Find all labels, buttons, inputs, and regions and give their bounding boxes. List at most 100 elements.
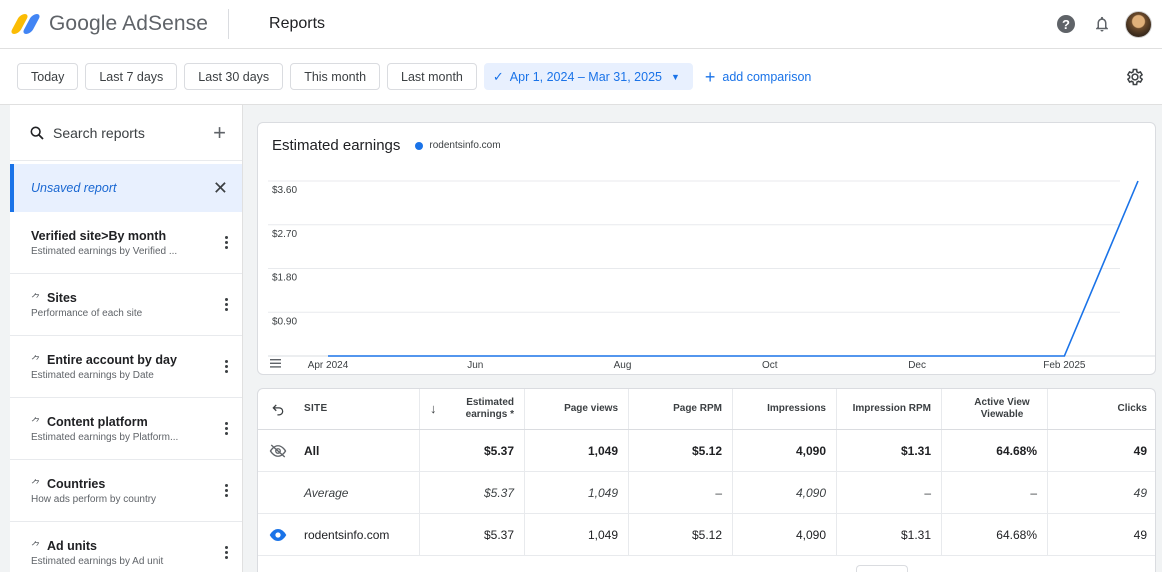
- adsense-logo-icon: [9, 13, 42, 35]
- report-title-text: Content platform: [47, 414, 148, 429]
- divider: [228, 9, 230, 39]
- x-tick-label: Apr 2024: [308, 360, 349, 371]
- table-cell: 49: [1047, 514, 1155, 555]
- auto-report-sparkle-icon: ⺈: [31, 480, 41, 491]
- report-item-text: ⺈ Sites Performance of each site: [31, 290, 214, 320]
- help-icon[interactable]: ?: [1057, 15, 1075, 33]
- report-item-subtitle: Estimated earnings by Ad unit: [31, 556, 164, 567]
- sidebar-report-item[interactable]: ⺈ Sites Performance of each site: [10, 274, 242, 336]
- adsense-logo[interactable]: Google AdSense: [9, 12, 209, 36]
- table-cell: $5.37: [419, 514, 524, 555]
- sidebar-report-item[interactable]: ⺈ Ad units Estimated earnings by Ad unit: [10, 522, 242, 572]
- header-clicks[interactable]: Clicks: [1047, 389, 1155, 429]
- legend-dot: [415, 141, 424, 150]
- header-impressions[interactable]: Impressions: [732, 389, 836, 429]
- table-header: SITE ↓ Estimated earnings * Page views P…: [258, 389, 1155, 430]
- x-tick-label: Feb 2025: [1043, 360, 1086, 371]
- table-cell: 49: [1047, 472, 1155, 513]
- header-active-view-viewable[interactable]: Active View Viewable: [941, 389, 1047, 429]
- pagination-control[interactable]: [856, 565, 908, 572]
- report-item-title: ⺈ Entire account by day: [31, 352, 214, 368]
- search-reports[interactable]: Search reports +: [10, 105, 242, 161]
- x-tick-label: Dec: [908, 360, 926, 371]
- report-item-subtitle: Estimated earnings by Date: [31, 370, 154, 381]
- report-item-text: ⺈ Countries How ads perform by country: [31, 476, 214, 506]
- chip-last-30-days[interactable]: Last 30 days: [184, 63, 284, 90]
- table-cell: $5.37: [419, 472, 524, 513]
- header-impression-rpm[interactable]: Impression RPM: [836, 389, 941, 429]
- table-cell: $5.12: [628, 430, 732, 471]
- sidebar-report-item[interactable]: ⺈ Entire account by day Estimated earnings…: [10, 336, 242, 398]
- report-title-text: Countries: [47, 476, 106, 491]
- more-options-icon[interactable]: [224, 360, 228, 373]
- more-options-icon[interactable]: [224, 484, 228, 497]
- row-site-name: Average: [304, 485, 349, 500]
- notifications-bell-icon[interactable]: [1093, 15, 1111, 33]
- report-table: SITE ↓ Estimated earnings * Page views P…: [257, 388, 1156, 572]
- header-page-views[interactable]: Page views: [524, 389, 628, 429]
- auto-report-sparkle-icon: ⺈: [31, 294, 41, 305]
- report-title-text: Ad units: [47, 538, 97, 553]
- top-app-bar: Google AdSense Reports ?: [0, 0, 1162, 49]
- report-item-subtitle: How ads perform by country: [31, 494, 157, 505]
- visibility-eye-icon[interactable]: [258, 514, 298, 555]
- report-title-text: Sites: [47, 290, 77, 305]
- header-active-view-label: Active View Viewable: [974, 396, 1030, 421]
- table-row: Average $5.37 1,049–4,090– –49: [258, 472, 1155, 514]
- sidebar-report-item[interactable]: ⺈ Countries How ads perform by country: [10, 460, 242, 522]
- header-page-rpm[interactable]: Page RPM: [628, 389, 732, 429]
- table-cell: 4,090: [732, 430, 836, 471]
- report-item-text: ⺈ Entire account by day Estimated earnings…: [31, 352, 214, 382]
- settings-gear-icon[interactable]: [1125, 67, 1145, 87]
- checkmark-icon: ✓: [492, 68, 504, 84]
- table-cell: $1.31: [836, 514, 941, 555]
- y-tick-label: $1.80: [272, 273, 297, 284]
- auto-report-sparkle-icon: ⺈: [31, 418, 41, 429]
- report-item-subtitle: Performance of each site: [31, 308, 143, 319]
- table-cell: –: [628, 472, 732, 513]
- reports-sidebar: Search reports + Unsaved report ✕ Verifi…: [10, 105, 243, 572]
- table-cell: 64.68%: [941, 514, 1047, 555]
- table-cell: 4,090: [732, 514, 836, 555]
- x-tick-label: Aug: [614, 360, 632, 371]
- table-cell: 1,049: [524, 514, 628, 555]
- unsaved-report-item[interactable]: Unsaved report ✕: [10, 164, 242, 212]
- header-site[interactable]: SITE: [298, 389, 419, 429]
- table-view-icon[interactable]: [270, 359, 281, 368]
- chip-last-7-days[interactable]: Last 7 days: [85, 63, 178, 90]
- account-avatar[interactable]: [1125, 10, 1152, 38]
- date-range-picker[interactable]: ✓ Apr 1, 2024 – Mar 31, 2025 ▼: [483, 63, 693, 90]
- chip-today[interactable]: Today: [17, 63, 79, 90]
- reset-icon[interactable]: [258, 389, 298, 429]
- plus-icon: +: [704, 66, 716, 87]
- table-cell: 64.68%: [941, 430, 1047, 471]
- table-cell: –: [941, 472, 1047, 513]
- date-filter-bar: Today Last 7 days Last 30 days This mont…: [0, 49, 1162, 105]
- new-report-plus-icon[interactable]: +: [213, 121, 226, 144]
- more-options-icon[interactable]: [224, 546, 228, 559]
- more-options-icon[interactable]: [224, 236, 228, 249]
- more-options-icon[interactable]: [224, 298, 228, 311]
- report-item-text: ⺈ Content platform Estimated earnings by P…: [31, 414, 214, 444]
- report-item-subtitle: Estimated earnings by Verified ...: [31, 245, 178, 257]
- report-item-title: Verified site>By month: [31, 229, 214, 243]
- header-estimated-earnings-label: Estimated earnings *: [465, 396, 514, 421]
- report-item-text: ⺈ Ad units Estimated earnings by Ad unit: [31, 538, 214, 568]
- sidebar-report-item[interactable]: ⺈ Content platform Estimated earnings by P…: [10, 398, 242, 460]
- visibility-off-icon[interactable]: [258, 430, 298, 471]
- close-icon[interactable]: ✕: [213, 178, 228, 199]
- sidebar-report-item[interactable]: Verified site>By month Estimated earnings…: [10, 212, 242, 274]
- table-row: All $5.37 1,049 $5.12 4,090 $1.31 64.68% 49: [258, 430, 1155, 472]
- brand-name: Google AdSense: [49, 12, 209, 35]
- add-comparison-button[interactable]: + add comparison: [705, 68, 811, 86]
- table-cell: $5.12: [628, 514, 732, 555]
- header-estimated-earnings[interactable]: ↓ Estimated earnings *: [419, 389, 524, 429]
- chip-this-month[interactable]: This month: [290, 63, 381, 90]
- chip-last-month[interactable]: Last month: [387, 63, 477, 90]
- x-tick-label: Jun: [467, 360, 483, 371]
- report-item-title: ⺈ Countries: [31, 476, 214, 492]
- table-cell: $5.37: [419, 430, 524, 471]
- page-title: Reports: [269, 15, 326, 32]
- add-comparison-label: add comparison: [722, 69, 812, 84]
- more-options-icon[interactable]: [224, 422, 228, 435]
